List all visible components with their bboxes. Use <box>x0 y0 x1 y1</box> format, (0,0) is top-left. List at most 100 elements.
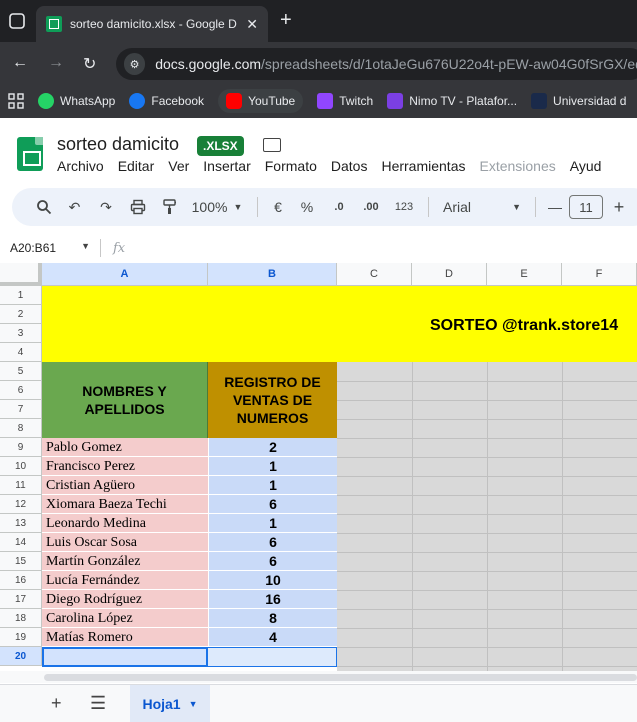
redo-icon[interactable]: ↷ <box>91 188 121 226</box>
bookmark-twitch[interactable]: Twitch <box>317 93 373 109</box>
row-header-18[interactable]: 18 <box>0 609 42 628</box>
menu-ver[interactable]: Ver <box>168 158 189 174</box>
name-cell[interactable]: Diego Rodríguez <box>42 590 208 609</box>
reload-icon[interactable]: ↻ <box>83 54 96 74</box>
bookmark-facebook[interactable]: Facebook <box>129 93 204 109</box>
row-header-13[interactable]: 13 <box>0 514 42 533</box>
bookmark-youtube[interactable]: YouTube <box>218 89 304 113</box>
row-header-8[interactable]: 8 <box>0 419 42 438</box>
count-cell[interactable]: 1 <box>208 514 337 533</box>
menu-datos[interactable]: Datos <box>331 158 368 174</box>
new-tab-button[interactable]: + <box>280 9 292 32</box>
active-cell-a20[interactable] <box>42 647 208 667</box>
paint-format-icon[interactable] <box>155 188 185 226</box>
forward-arrow-icon[interactable]: → <box>48 54 64 72</box>
row-header-15[interactable]: 15 <box>0 552 42 571</box>
row-header-14[interactable]: 14 <box>0 533 42 552</box>
font-size-field[interactable]: 11 <box>569 195 603 219</box>
bookmark-whatsapp[interactable]: WhatsApp <box>38 93 115 109</box>
count-cell[interactable]: 4 <box>208 628 337 647</box>
count-cell[interactable]: 16 <box>208 590 337 609</box>
url-field[interactable]: ⚙ docs.google.com /spreadsheets/d/1otaJe… <box>116 48 637 80</box>
select-all-corner[interactable] <box>0 263 42 286</box>
row-header-2[interactable]: 2 <box>0 305 42 324</box>
all-sheets-menu-icon[interactable]: ☰ <box>90 693 106 714</box>
name-cell[interactable]: Matías Romero <box>42 628 208 647</box>
row-header-3[interactable]: 3 <box>0 324 42 343</box>
undo-icon[interactable]: ↶ <box>58 188 91 226</box>
row-header-10[interactable]: 10 <box>0 457 42 476</box>
row-header-20[interactable]: 20 <box>0 647 42 666</box>
name-cell[interactable]: Luis Oscar Sosa <box>42 533 208 552</box>
row-header-11[interactable]: 11 <box>0 476 42 495</box>
row-header-16[interactable]: 16 <box>0 571 42 590</box>
name-cell[interactable]: Francisco Perez <box>42 457 208 476</box>
name-box[interactable]: A20:B61 ▼ <box>0 241 100 255</box>
percent-format-button[interactable]: % <box>290 188 324 226</box>
name-cell[interactable]: Martín González <box>42 552 208 571</box>
name-cell[interactable]: Xiomara Baeza Techi <box>42 495 208 514</box>
decrease-decimal-button[interactable]: .0 <box>324 188 354 226</box>
banner-cell[interactable]: SORTEO @trank.store14 <box>42 286 637 362</box>
count-cell[interactable]: 6 <box>208 552 337 571</box>
row-header-7[interactable]: 7 <box>0 400 42 419</box>
menu-archivo[interactable]: Archivo <box>57 158 104 174</box>
tab-close-icon[interactable]: ✕ <box>246 16 258 33</box>
menu-ayuda[interactable]: Ayud <box>570 158 602 174</box>
name-cell[interactable]: Cristian Agüero <box>42 476 208 495</box>
bookmark-nimo-tv[interactable]: Nimo TV - Platafor... <box>387 93 517 109</box>
row-header-12[interactable]: 12 <box>0 495 42 514</box>
row-header-1[interactable]: 1 <box>0 286 42 305</box>
sheet-tab-hoja1[interactable]: Hoja1 ▼ <box>130 685 210 722</box>
count-cell[interactable]: 1 <box>208 476 337 495</box>
sheets-logo-icon[interactable] <box>17 137 43 171</box>
menu-formato[interactable]: Formato <box>265 158 317 174</box>
column-header-d[interactable]: D <box>412 263 487 286</box>
increase-font-size-button[interactable]: + <box>606 188 632 226</box>
menu-herramientas[interactable]: Herramientas <box>381 158 465 174</box>
document-title[interactable]: sorteo damicito <box>57 134 179 155</box>
back-arrow-icon[interactable]: ← <box>12 54 28 72</box>
column-header-f[interactable]: F <box>562 263 637 286</box>
column-header-e[interactable]: E <box>487 263 562 286</box>
menu-editar[interactable]: Editar <box>118 158 155 174</box>
name-cell[interactable]: Pablo Gomez <box>42 438 208 457</box>
name-cell[interactable]: Leonardo Medina <box>42 514 208 533</box>
count-cell[interactable]: 6 <box>208 495 337 514</box>
apps-grid-icon[interactable] <box>8 93 24 109</box>
zoom-select[interactable]: 100% ▼ <box>185 188 249 226</box>
row-header-5[interactable]: 5 <box>0 362 42 381</box>
tab-search-icon[interactable] <box>8 12 26 30</box>
browser-tab-active[interactable]: sorteo damicito.xlsx - Google D ✕ <box>36 6 268 42</box>
row-header-19[interactable]: 19 <box>0 628 42 647</box>
decrease-font-size-button[interactable]: — <box>544 188 566 226</box>
increase-decimal-button[interactable]: .00 <box>354 188 388 226</box>
spreadsheet-grid[interactable]: A B C D E F 1 2 3 4 5 6 7 8 9 10 11 12 13 14 15 16 17 18 1… <box>0 263 637 671</box>
row-header-17[interactable]: 17 <box>0 590 42 609</box>
count-cell[interactable]: 6 <box>208 533 337 552</box>
count-cell[interactable]: 1 <box>208 457 337 476</box>
column-header-a[interactable]: A <box>42 263 208 286</box>
bookmark-universidad[interactable]: Universidad d <box>531 93 626 109</box>
name-cell[interactable]: Carolina López <box>42 609 208 628</box>
count-cell[interactable]: 10 <box>208 571 337 590</box>
horizontal-scrollbar[interactable] <box>0 671 637 683</box>
menu-insertar[interactable]: Insertar <box>203 158 250 174</box>
row-header-9[interactable]: 9 <box>0 438 42 457</box>
count-cell[interactable]: 8 <box>208 609 337 628</box>
column-header-b[interactable]: B <box>208 263 337 286</box>
move-to-folder-icon[interactable] <box>263 138 281 152</box>
font-select[interactable]: Arial ▼ <box>437 188 527 226</box>
row-header-6[interactable]: 6 <box>0 381 42 400</box>
currency-format-button[interactable]: € <box>266 188 290 226</box>
header-names-cell[interactable]: NOMBRES Y APELLIDOS <box>42 362 208 438</box>
more-formats-button[interactable]: 123 <box>388 188 420 226</box>
scrollbar-thumb[interactable] <box>44 674 637 681</box>
site-info-icon[interactable]: ⚙ <box>124 53 146 75</box>
header-sales-cell[interactable]: REGISTRO DE VENTAS DE NUMEROS <box>208 362 337 438</box>
count-cell[interactable]: 2 <box>208 438 337 457</box>
add-sheet-button[interactable]: + <box>51 693 62 714</box>
row-header-4[interactable]: 4 <box>0 343 42 362</box>
column-header-c[interactable]: C <box>337 263 412 286</box>
print-icon[interactable] <box>121 188 155 226</box>
